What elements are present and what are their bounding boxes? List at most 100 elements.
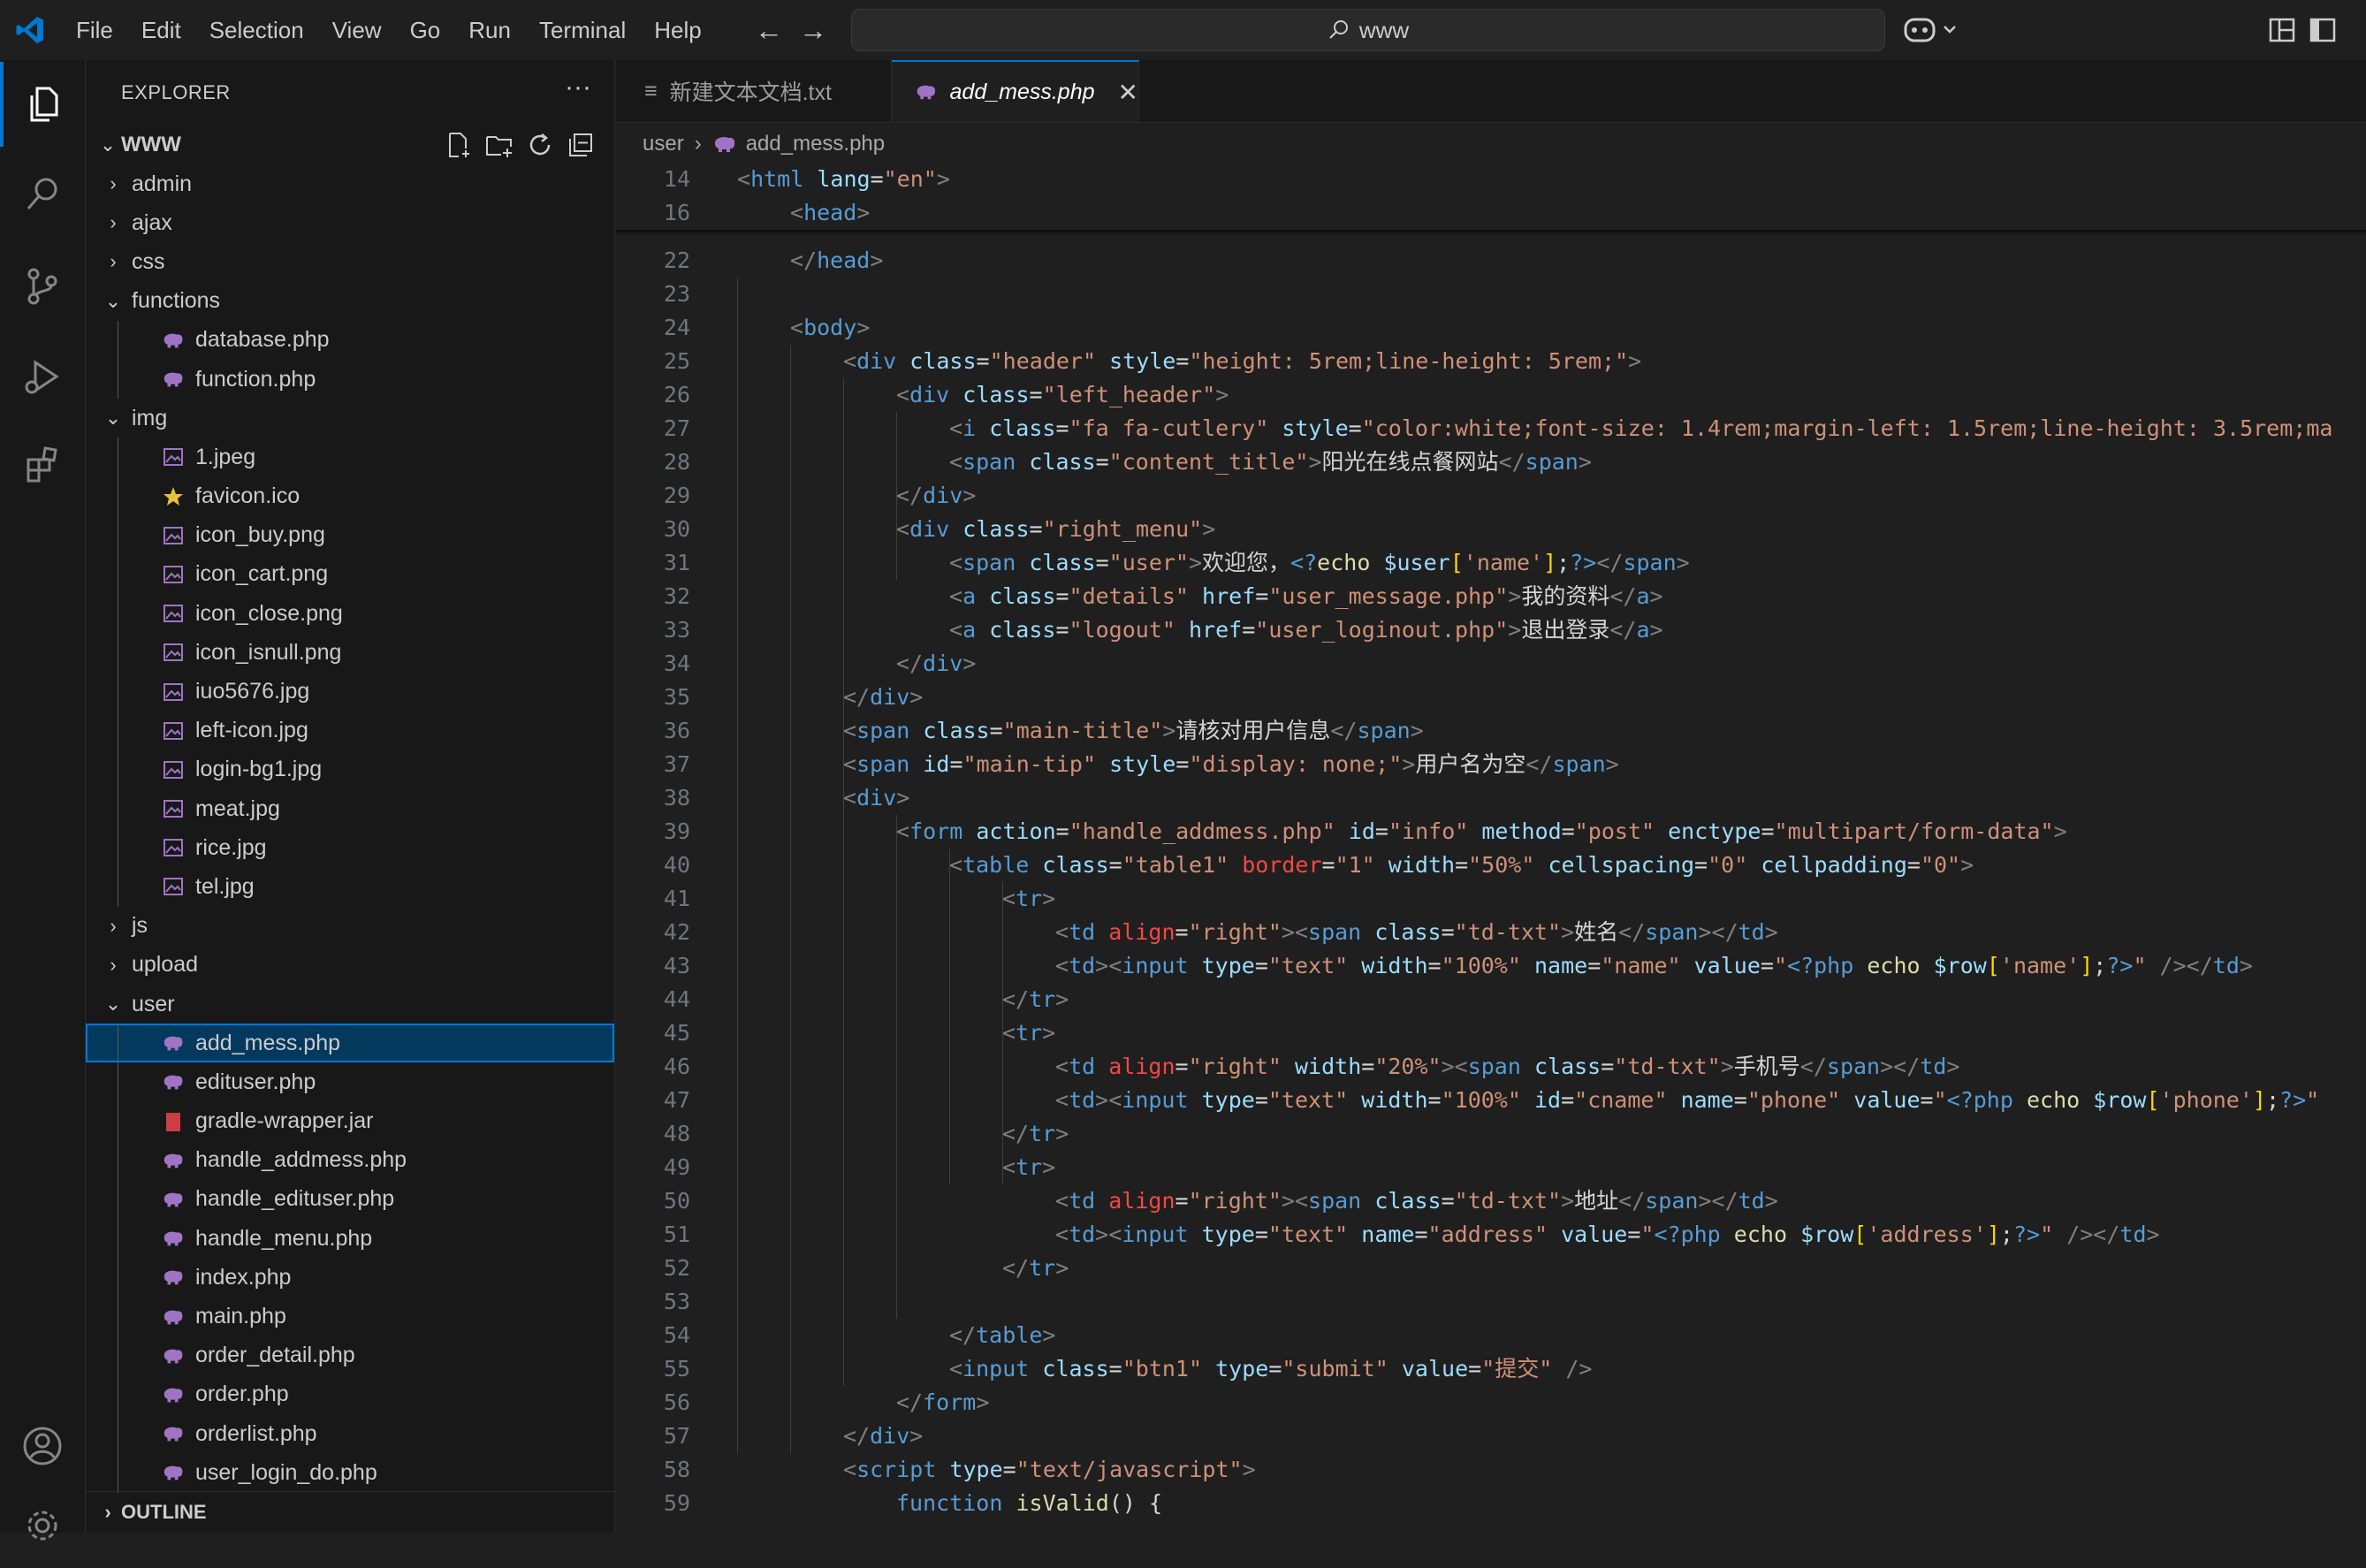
line-number: 39 [663,818,690,844]
tree-file[interactable]: edituser.php [86,1062,614,1101]
code-line: 55 <input class="btn1" type="submit" valu… [616,1352,2366,1386]
tab-label: add_mess.php [949,79,1095,104]
layout-toggle-icon[interactable] [2269,14,2366,46]
tree-file[interactable]: tel.jpg [86,867,614,906]
tree-file[interactable]: left-icon.jpg [86,712,614,750]
source-control-activity[interactable] [0,244,85,329]
tree-file[interactable]: order.php [86,1375,614,1414]
outline-section[interactable]: › OUTLINE [86,1491,614,1533]
tree-item-label: handle_edituser.php [195,1186,395,1212]
tree-item-label: index.php [195,1264,292,1290]
code-text: <tr> [1002,886,1056,911]
tree-file[interactable]: icon_cart.png [86,555,614,594]
close-icon[interactable]: ✕ [1118,78,1138,107]
menu-help[interactable]: Help [640,0,715,60]
search-activity[interactable] [0,152,85,237]
tab-txt-file[interactable]: ≡ 新建文本文档.txt [616,60,892,122]
tree-folder[interactable]: ⌄ functions [86,282,614,321]
tree-folder[interactable]: › ajax [86,203,614,242]
line-number: 57 [663,1423,690,1449]
code-text: </div> [843,1423,924,1449]
menu-edit[interactable]: Edit [127,0,195,60]
breadcrumb-file[interactable]: add_mess.php [746,132,885,156]
back-arrow-icon[interactable]: ← [751,12,787,48]
tree-file[interactable]: index.php [86,1258,614,1297]
tree-file[interactable]: function.php [86,360,614,399]
code-line: 25 <div class="header" style="height: 5re… [616,345,2366,378]
menu-run[interactable]: Run [454,0,525,60]
code-line: 44 </tr> [616,983,2366,1016]
tree-folder[interactable]: › admin [86,164,614,203]
chevron-right-icon: › [110,172,117,195]
tree-file[interactable]: 1.jpeg [86,438,614,476]
line-number: 42 [663,919,690,945]
line-number: 35 [663,684,690,710]
tree-file[interactable]: order_detail.php [86,1336,614,1375]
tree-file[interactable]: iuo5676.jpg [86,672,614,711]
tree-file[interactable]: main.php [86,1297,614,1336]
menu-selection[interactable]: Selection [195,0,318,60]
more-actions-icon[interactable]: ··· [565,72,591,103]
tree-folder[interactable]: › js [86,907,614,946]
tree-file[interactable]: gradle-wrapper.jar [86,1102,614,1141]
forward-arrow-icon[interactable]: → [795,12,831,48]
tree-file[interactable]: database.php [86,321,614,360]
code-line: 14 <html lang="en"> [616,163,2366,196]
tree-item-label: main.php [195,1304,286,1329]
tree-file[interactable]: orderlist.php [86,1414,614,1453]
new-file-icon[interactable] [445,131,473,159]
menu-view[interactable]: View [318,0,396,60]
line-number: 30 [663,516,690,542]
code-line: 23 [616,278,2366,311]
favicon-star-icon [162,485,195,508]
source-control-icon [27,268,57,305]
line-number: 56 [663,1389,690,1415]
tree-file[interactable]: icon_close.png [86,594,614,633]
command-center-search[interactable]: www [851,9,1885,51]
tree-folder[interactable]: ⌄ user [86,985,614,1024]
image-file-icon [162,681,195,704]
line-number: 40 [663,852,690,878]
collapse-all-icon[interactable] [567,131,595,159]
code-line: 36 <span class="main-title">请核对用户信息</span… [616,714,2366,748]
new-folder-icon[interactable] [485,131,514,159]
indent-guide [896,815,897,1319]
tree-file[interactable]: login-bg1.jpg [86,750,614,789]
tree-folder[interactable]: › upload [86,946,614,985]
tree-file[interactable]: handle_edituser.php [86,1180,614,1219]
tab-add-mess[interactable]: add_mess.php ✕ [892,60,1139,122]
tree-item-label: img [132,405,168,430]
code-text: <tr> [1002,1020,1056,1046]
tree-file[interactable]: icon_isnull.png [86,633,614,672]
tree-item-label: user_login_do.php [195,1459,377,1485]
tree-file[interactable]: rice.jpg [86,828,614,867]
tree-file[interactable]: handle_addmess.php [86,1141,614,1180]
tree-file[interactable]: icon_buy.png [86,516,614,555]
breadcrumb-folder[interactable]: user [643,132,684,156]
accounts-activity[interactable] [0,1404,85,1488]
refresh-icon[interactable] [526,131,554,159]
extensions-activity[interactable] [0,422,85,507]
code-editor[interactable]: 14 <html lang="en"> 16 <head> 22 </head> 23 24 <… [616,163,2366,1533]
tree-item-label: ajax [132,209,172,235]
menu-go[interactable]: Go [396,0,455,60]
menu-terminal[interactable]: Terminal [525,0,640,60]
menu-file[interactable]: File [62,0,127,60]
line-number: 14 [663,166,690,192]
code-line: 31 <span class="user">欢迎您，<?echo $user['n… [616,546,2366,580]
chevron-down-icon: ⌄ [99,133,117,156]
tree-file[interactable]: favicon.ico [86,477,614,516]
run-debug-activity[interactable] [0,334,85,419]
tree-item-label: upload [132,952,199,978]
tree-file[interactable]: handle_menu.php [86,1219,614,1258]
copilot-icon[interactable] [1902,12,1964,48]
explorer-activity[interactable] [0,62,85,147]
tree-file[interactable]: user_login_do.php [86,1453,614,1492]
tree-file[interactable]: add_mess.php [86,1024,614,1063]
tree-folder[interactable]: › css [86,242,614,281]
tree-file[interactable]: meat.jpg [86,789,614,828]
manage-activity[interactable] [0,1483,85,1568]
php-elephant-icon [162,1031,195,1054]
tree-folder[interactable]: ⌄ img [86,399,614,438]
code-text: <td align="right"><span class="td-txt">姓… [1055,919,1778,945]
